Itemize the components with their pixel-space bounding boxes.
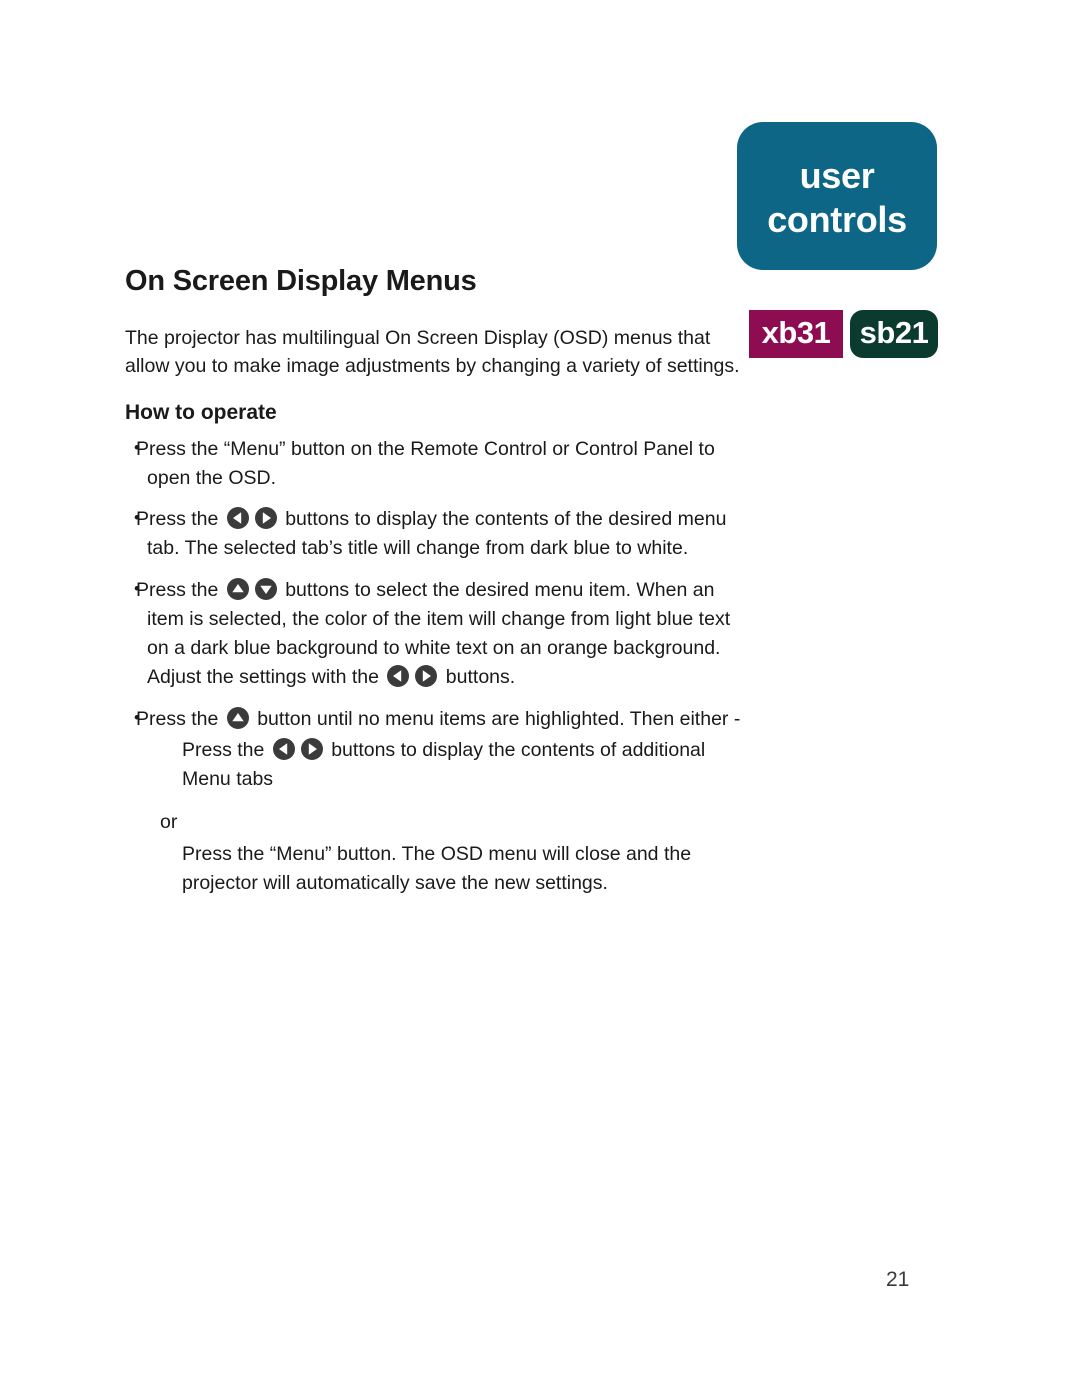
step-text: Press the “Menu” button on the Remote Co… bbox=[136, 437, 715, 489]
arrow-up-button-icon bbox=[226, 706, 250, 730]
arrow-left-button-icon bbox=[272, 737, 296, 761]
section-tab-line-2: controls bbox=[767, 199, 907, 240]
step-text: Press the bbox=[136, 707, 224, 730]
product-badge-sb21: sb21 bbox=[850, 310, 938, 358]
subheading-how-to-operate: How to operate bbox=[125, 400, 277, 424]
product-badge-xb31: xb31 bbox=[749, 310, 843, 358]
step-text-continued: button until no menu items are highlight… bbox=[251, 707, 741, 730]
arrow-down-button-icon bbox=[254, 577, 278, 601]
page-content: On Screen Display Menus The projector ha… bbox=[125, 265, 750, 910]
intro-paragraph: The projector has multilingual On Screen… bbox=[125, 327, 740, 378]
arrow-left-button-icon bbox=[386, 664, 410, 688]
arrow-right-button-icon bbox=[414, 664, 438, 688]
document-page: user controls xb31 sb21 On Screen Displa… bbox=[0, 0, 1080, 1397]
step-sub-line: Press the buttons to display the content… bbox=[147, 736, 750, 795]
arrow-right-button-icon bbox=[254, 506, 278, 530]
section-tab-user-controls: user controls bbox=[737, 122, 937, 270]
or-separator: or bbox=[160, 811, 178, 834]
arrow-right-button-icon bbox=[300, 737, 324, 761]
step-text-end: buttons. bbox=[440, 666, 516, 689]
step-text: Press the bbox=[136, 508, 224, 531]
product-badges: xb31 sb21 bbox=[749, 310, 938, 358]
arrow-left-button-icon bbox=[226, 506, 250, 530]
list-item: Press the buttons to select the desired … bbox=[125, 576, 750, 693]
page-number: 21 bbox=[886, 1268, 910, 1291]
list-item: Press the buttons to display the content… bbox=[125, 505, 750, 564]
list-item: Press the “Menu” button on the Remote Co… bbox=[125, 435, 750, 494]
or-alternative-text: Press the “Menu” button. The OSD menu wi… bbox=[182, 842, 692, 894]
step-text: Press the bbox=[136, 578, 224, 601]
steps-list: Press the “Menu” button on the Remote Co… bbox=[125, 435, 750, 899]
section-tab-line-1: user bbox=[799, 155, 875, 197]
list-item: Press the button until no menu items are… bbox=[125, 705, 750, 899]
arrow-up-button-icon bbox=[226, 577, 250, 601]
step-sub-text: Press the bbox=[182, 738, 270, 761]
page-title: On Screen Display Menus bbox=[125, 265, 477, 297]
